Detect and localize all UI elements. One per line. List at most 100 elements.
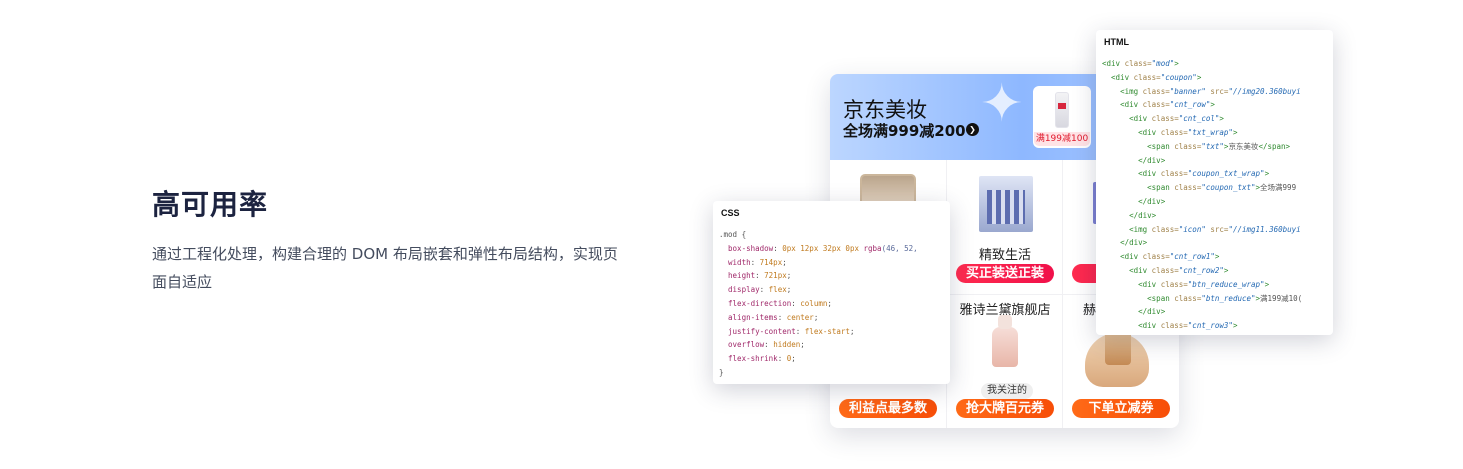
code-token: (46, 52, [881, 243, 918, 253]
code-token: <span [1147, 141, 1175, 151]
code-token: flex-direction [728, 298, 792, 308]
banner-product-image[interactable]: 满199减100 [1033, 86, 1091, 148]
code-token: 京东美妆 [1228, 141, 1259, 151]
code-line: </div> [1102, 305, 1302, 319]
code-token: <div [1120, 252, 1143, 262]
promo-button[interactable]: 下单立减券 [1072, 399, 1170, 418]
code-token: </div> [1138, 155, 1166, 165]
code-token: src= [1205, 86, 1229, 96]
code-line: <div class="coupon_txt_wrap"> [1102, 167, 1302, 181]
code-token: <div [1138, 279, 1161, 289]
code-token: "cnt_col" [1178, 114, 1220, 124]
code-token: 714px [759, 257, 783, 267]
code-token: ; [791, 354, 796, 364]
banner-promo: 全场满999减200 [843, 122, 966, 140]
code-token: class= [1160, 127, 1188, 137]
code-token: "coupon" [1160, 72, 1197, 82]
code-line: <img class="banner" src="//img20.360buyi [1102, 85, 1302, 99]
code-token: 0px 12px 32px 0px [782, 243, 864, 253]
code-token: ; [827, 298, 832, 308]
code-token: "cnt_row" [1169, 100, 1211, 110]
code-token: > [1219, 114, 1224, 124]
code-token: box-shadow [728, 243, 774, 253]
promo-button[interactable]: 利益点最多数 [839, 399, 937, 418]
code-token: height [728, 271, 756, 281]
code-token: ; [800, 340, 805, 350]
code-token: <div [1138, 169, 1161, 179]
code-token: ; [782, 257, 787, 267]
code-line: box-shadow: 0px 12px 32px 0px rgba(46, 5… [719, 242, 918, 256]
code-line: <div class="txt_wrap"> [1102, 126, 1302, 140]
code-token: flex-start [804, 326, 850, 336]
code-token: "coupon_txt" [1201, 183, 1256, 193]
code-token: rgba [863, 243, 882, 253]
code-token: "txt" [1201, 141, 1224, 151]
code-line: height: 721px; [719, 269, 918, 283]
code-token: class= [1174, 183, 1202, 193]
html-code-panel: HTML <div class="mod"> <div class="coupo… [1096, 30, 1333, 335]
code-token: : [791, 298, 801, 308]
code-token: src= [1205, 224, 1229, 234]
code-token: class= [1142, 252, 1170, 262]
code-token: hidden [773, 340, 801, 350]
promo-button[interactable]: 抢大牌百元券 [956, 399, 1054, 418]
code-line: .mod { [719, 228, 918, 242]
code-token: > [1196, 72, 1202, 82]
code-token: class= [1160, 169, 1188, 179]
code-token: class= [1174, 293, 1202, 303]
bottle-image [1055, 92, 1069, 128]
code-line: width: 714px; [719, 256, 918, 270]
code-token: "btn_reduce_wrap" [1187, 279, 1265, 289]
perfume-image [992, 315, 1018, 367]
code-token: align-items [728, 312, 778, 322]
code-line: </div> [1102, 236, 1302, 250]
code-token: <div [1111, 72, 1134, 82]
code-line: display: flex; [719, 283, 918, 297]
html-code-block: <div class="mod"> <div class="coupon"> <… [1102, 57, 1302, 333]
product-cell[interactable]: 雅诗兰黛旗舰店 我关注的 抢大牌百元券 [946, 294, 1062, 428]
code-token: 全场满999 [1260, 183, 1297, 193]
code-token: </div> [1120, 238, 1148, 248]
code-line: <img class="icon" src="//img11.360buyi [1102, 223, 1302, 237]
code-token: <div [1138, 321, 1161, 331]
code-token: "mod" [1151, 59, 1175, 68]
code-line: flex-shrink: 0; [719, 352, 918, 366]
code-token: "icon" [1178, 224, 1206, 234]
code-line: align-items: center; [719, 311, 918, 325]
code-token: : [795, 326, 805, 336]
code-line: <div class="coupon"> [1102, 71, 1302, 85]
code-token: <div [1138, 127, 1161, 137]
code-token: <span [1147, 293, 1175, 303]
code-token: class= [1151, 224, 1179, 234]
code-line: <div class="cnt_row3"> [1102, 319, 1302, 333]
code-token: </span> [1258, 141, 1291, 151]
feature-title: 高可用率 [152, 188, 269, 221]
promo-button[interactable]: 买正装送正装 [956, 264, 1054, 283]
product-cell[interactable]: 精致生活 买正装送正装 [946, 160, 1062, 294]
code-token: "cnt_row2" [1178, 265, 1224, 275]
foundation-image [1085, 331, 1149, 387]
follow-tag[interactable]: 我关注的 [981, 383, 1033, 399]
code-line: <div class="btn_reduce_wrap"> [1102, 278, 1302, 292]
code-token: } [719, 367, 724, 377]
code-token: <img [1120, 86, 1143, 96]
code-token: > [1264, 169, 1270, 179]
code-token: class= [1151, 114, 1179, 124]
code-line: </div> [1102, 195, 1302, 209]
code-token: <img [1129, 224, 1152, 234]
code-token: > [1223, 265, 1229, 275]
arrow-right-icon[interactable]: ❯ [966, 123, 979, 136]
code-token: "cnt_row3" [1187, 321, 1233, 331]
code-token: </div> [1138, 307, 1166, 317]
code-token: </div> [1129, 210, 1157, 220]
